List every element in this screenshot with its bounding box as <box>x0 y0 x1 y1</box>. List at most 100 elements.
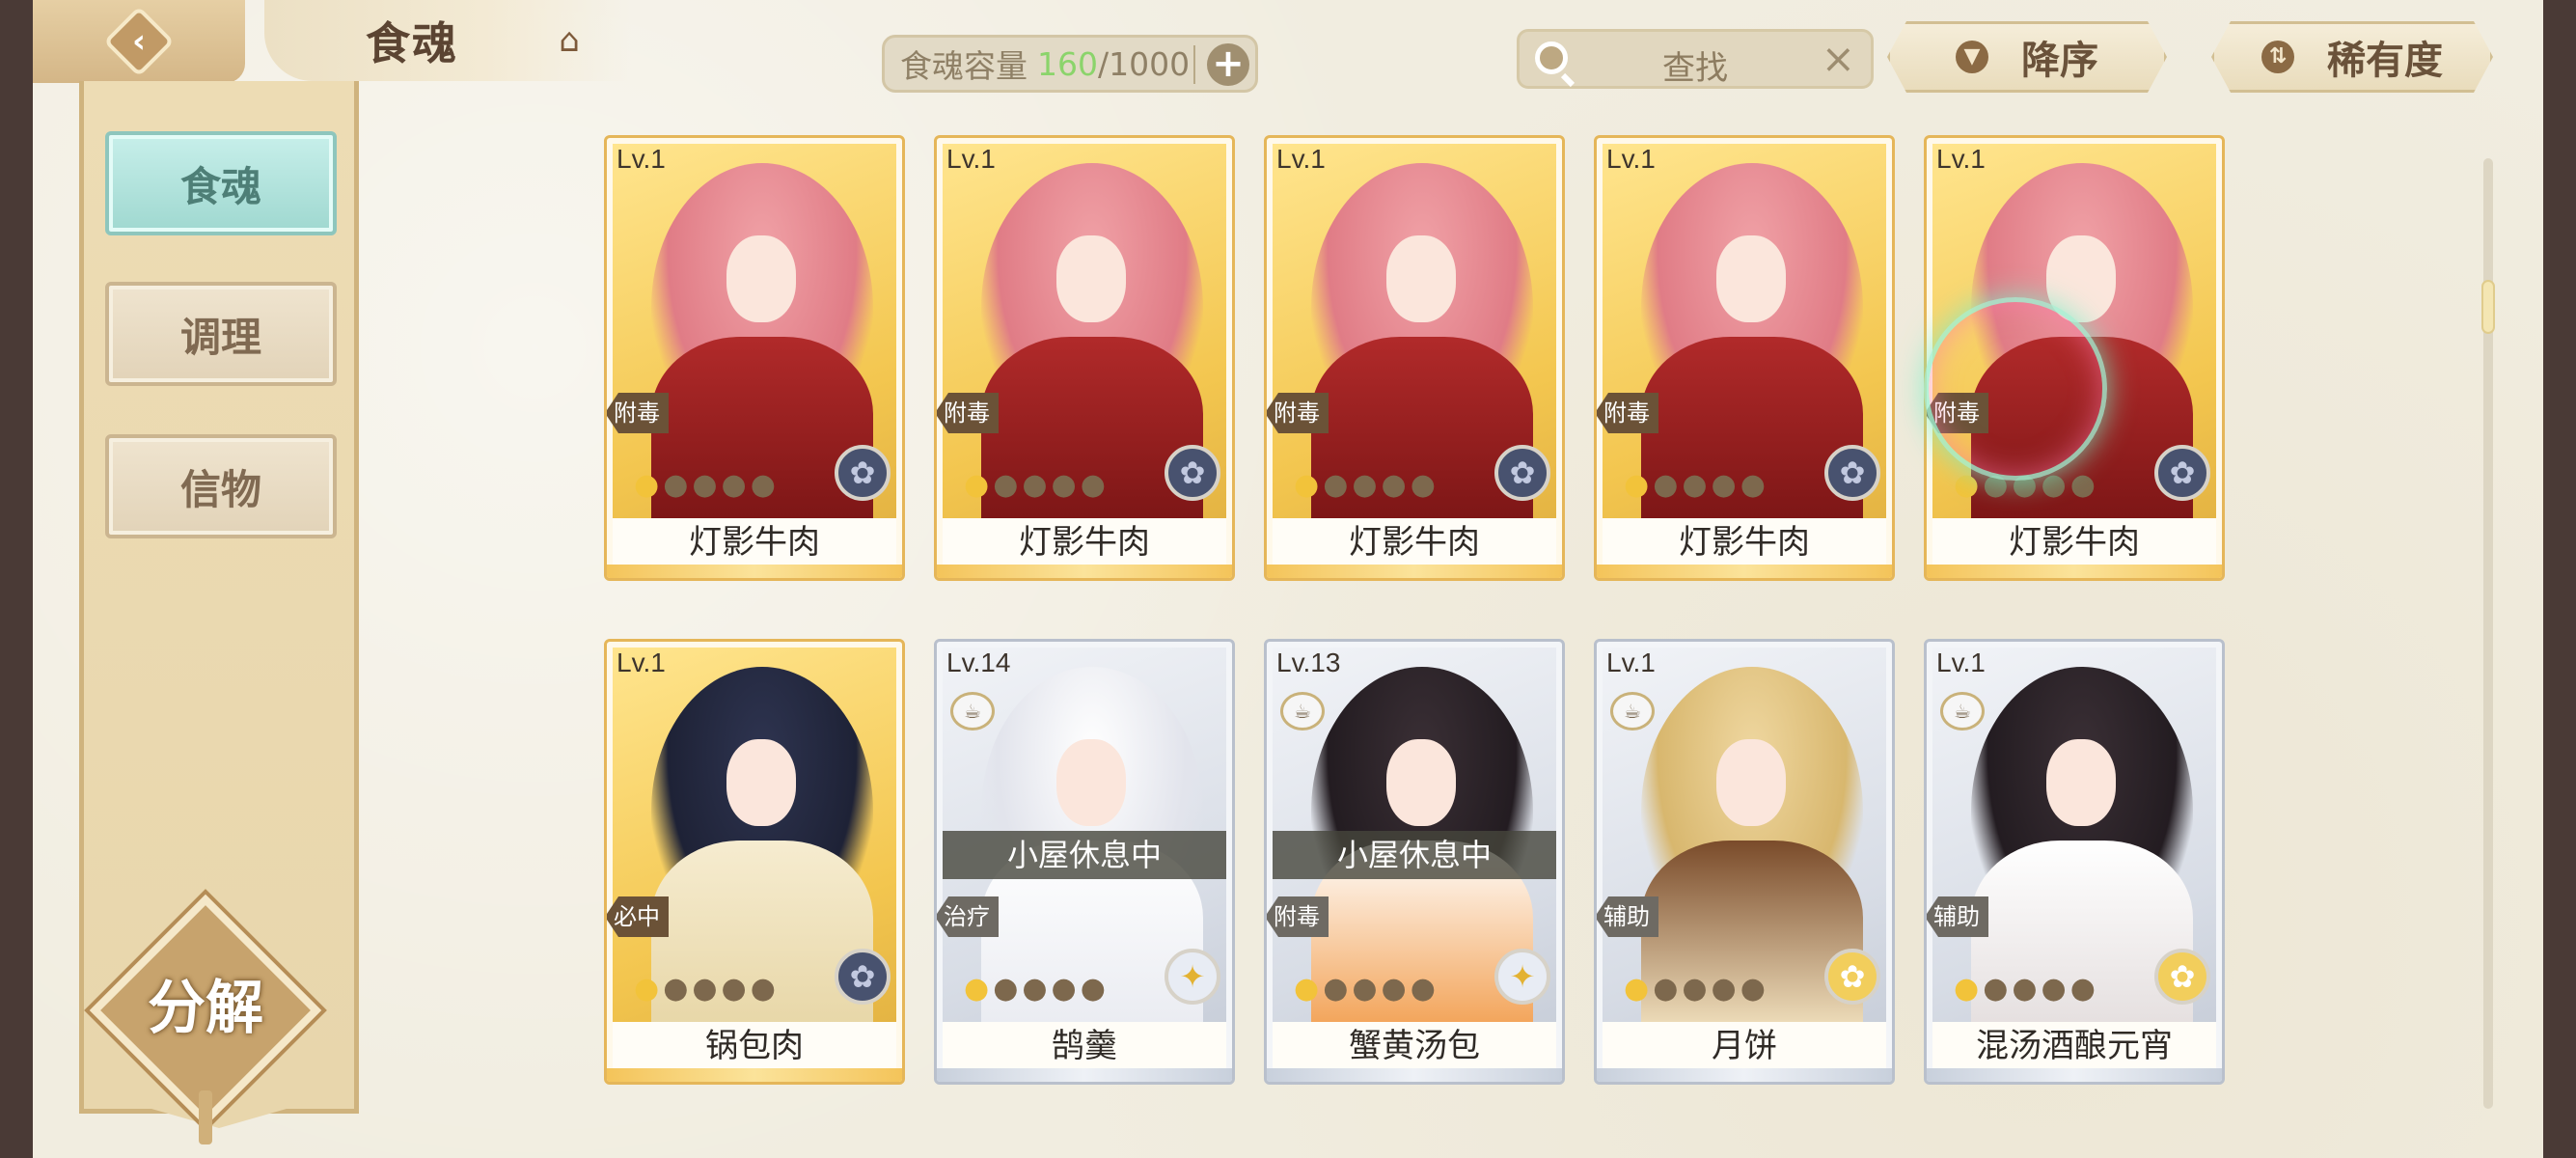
card-level: Lv.14 <box>946 648 1011 677</box>
rest-cup-icon: ☕ <box>1280 692 1325 731</box>
card-name: 月饼 <box>1603 1022 1886 1070</box>
rarity-strip <box>1267 1068 1562 1082</box>
element-emblem-icon: ✿ <box>2154 949 2210 1005</box>
scrollbar-thumb[interactable] <box>2481 280 2495 334</box>
role-tag: 治疗 <box>937 896 999 937</box>
food-soul-card[interactable]: ☕ Lv.14 小屋休息中 治疗 ●●●●● ✦ 鹄羹 <box>934 639 1235 1085</box>
element-emblem-icon: ✿ <box>1494 445 1550 501</box>
role-tag: 附毒 <box>607 393 669 433</box>
element-emblem-icon: ✿ <box>1165 445 1220 501</box>
rarity-strip <box>1927 1068 2222 1082</box>
capacity-max: 1000 <box>1109 44 1191 83</box>
star-rating: ●●●●● <box>1624 972 1769 1006</box>
card-level: Lv.1 <box>617 144 666 174</box>
role-tag: 辅助 <box>1927 896 1988 937</box>
rest-cup-icon: ☕ <box>1940 692 1985 731</box>
game-screen: ‹ 食魂 ⌂ 食魂容量 160 / 1000 + 查找 × ▼ 降序 ⇅ 稀有度… <box>33 0 2543 1158</box>
card-level: Lv.1 <box>1936 648 1986 677</box>
resting-status-banner: 小屋休息中 <box>943 831 1226 879</box>
sort-order-label: 降序 <box>2021 39 2098 83</box>
card-name: 灯影牛肉 <box>1932 518 2216 566</box>
element-emblem-icon: ✿ <box>835 949 891 1005</box>
rarity-strip <box>1597 1068 1892 1082</box>
rarity-strip <box>937 1068 1232 1082</box>
card-level: Lv.1 <box>946 144 996 174</box>
capacity-label: 食魂容量 <box>900 47 1028 85</box>
rarity-strip <box>1927 565 2222 578</box>
element-emblem-icon: ✿ <box>835 445 891 501</box>
card-name: 蟹黄汤包 <box>1273 1022 1556 1070</box>
star-rating: ●●●●● <box>964 468 1110 502</box>
food-soul-card[interactable]: Lv.1 附毒 ●●●●● ✿ 灯影牛肉 <box>1264 135 1565 581</box>
role-tag: 附毒 <box>937 393 999 433</box>
capacity-current: 160 <box>1037 44 1098 83</box>
decompose-label[interactable]: 分解 <box>123 955 288 1062</box>
card-level: Lv.1 <box>1606 648 1656 677</box>
card-level: Lv.13 <box>1276 648 1341 677</box>
element-emblem-icon: ✦ <box>1494 949 1550 1005</box>
star-rating: ●●●●● <box>1294 468 1439 502</box>
food-soul-card[interactable]: Lv.1 必中 ●●●●● ✿ 锅包肉 <box>604 639 905 1085</box>
star-rating: ●●●●● <box>1954 972 2099 1006</box>
sort-key-label: 稀有度 <box>2327 39 2443 83</box>
element-emblem-icon: ✿ <box>1824 445 1880 501</box>
food-soul-card[interactable]: ☕ Lv.1 辅助 ●●●●● ✿ 混汤酒酿元宵 <box>1924 639 2225 1085</box>
role-tag: 附毒 <box>1597 393 1658 433</box>
capacity-divider <box>1193 45 1195 84</box>
star-rating: ●●●●● <box>1294 972 1439 1006</box>
card-name: 锅包肉 <box>613 1022 896 1070</box>
search-input[interactable]: 查找 <box>1520 41 1871 89</box>
role-tag: 附毒 <box>1267 393 1329 433</box>
sort-key-button[interactable]: ⇅ 稀有度 <box>2211 21 2493 93</box>
star-rating: ●●●●● <box>634 468 780 502</box>
element-emblem-icon: ✿ <box>1824 949 1880 1005</box>
card-name: 灯影牛肉 <box>1273 518 1556 566</box>
tab-label: 食魂 <box>179 162 261 210</box>
role-tag: 必中 <box>607 896 669 937</box>
page-title: 食魂 <box>366 17 458 69</box>
card-name: 鹄羹 <box>943 1022 1226 1070</box>
swap-icon: ⇅ <box>2261 41 2294 73</box>
rarity-strip <box>1267 565 1562 578</box>
add-capacity-button[interactable]: + <box>1207 43 1249 86</box>
rarity-strip <box>607 565 902 578</box>
resting-status-banner: 小屋休息中 <box>1273 831 1556 879</box>
star-rating: ●●●●● <box>964 972 1110 1006</box>
rest-cup-icon: ☕ <box>1610 692 1655 731</box>
element-emblem-icon: ✦ <box>1165 949 1220 1005</box>
tab-tokens[interactable]: 信物 <box>105 434 337 538</box>
sort-down-icon: ▼ <box>1956 41 1988 73</box>
search-box[interactable]: 查找 × <box>1517 29 1874 89</box>
rarity-strip <box>937 565 1232 578</box>
food-soul-card[interactable]: Lv.1 附毒 ●●●●● ✿ 灯影牛肉 <box>934 135 1235 581</box>
card-level: Lv.1 <box>1936 144 1986 174</box>
food-soul-card[interactable]: ☕ Lv.1 辅助 ●●●●● ✿ 月饼 <box>1594 639 1895 1085</box>
element-emblem-icon: ✿ <box>2154 445 2210 501</box>
rarity-strip <box>607 1068 902 1082</box>
rest-cup-icon: ☕ <box>950 692 995 731</box>
back-arrow-icon: ‹ <box>103 6 175 77</box>
tab-conditioning[interactable]: 调理 <box>105 282 337 386</box>
food-soul-card[interactable]: ☕ Lv.13 小屋休息中 附毒 ●●●●● ✦ 蟹黄汤包 <box>1264 639 1565 1085</box>
capacity-display: 食魂容量 160 / 1000 + <box>882 35 1258 93</box>
card-name: 灯影牛肉 <box>1603 518 1886 566</box>
back-button[interactable]: ‹ <box>33 0 245 83</box>
role-tag: 辅助 <box>1597 896 1658 937</box>
page-title-plate: 食魂 ⌂ <box>264 0 631 81</box>
tap-effect-glow <box>1924 297 2107 481</box>
tab-label: 调理 <box>179 313 261 361</box>
card-level: Lv.1 <box>1606 144 1656 174</box>
card-name: 混汤酒酿元宵 <box>1932 1022 2216 1070</box>
rarity-strip <box>1597 565 1892 578</box>
tab-food-souls[interactable]: 食魂 <box>105 131 337 235</box>
pavilion-icon[interactable]: ⌂ <box>546 19 592 62</box>
sort-order-button[interactable]: ▼ 降序 <box>1887 21 2167 93</box>
card-level: Lv.1 <box>1276 144 1326 174</box>
clear-search-icon[interactable]: × <box>1822 38 1855 80</box>
card-name: 灯影牛肉 <box>613 518 896 566</box>
role-tag: 附毒 <box>1267 896 1329 937</box>
card-level: Lv.1 <box>617 648 666 677</box>
food-soul-card[interactable]: Lv.1 附毒 ●●●●● ✿ 灯影牛肉 <box>1594 135 1895 581</box>
card-name: 灯影牛肉 <box>943 518 1226 566</box>
food-soul-card[interactable]: Lv.1 附毒 ●●●●● ✿ 灯影牛肉 <box>604 135 905 581</box>
